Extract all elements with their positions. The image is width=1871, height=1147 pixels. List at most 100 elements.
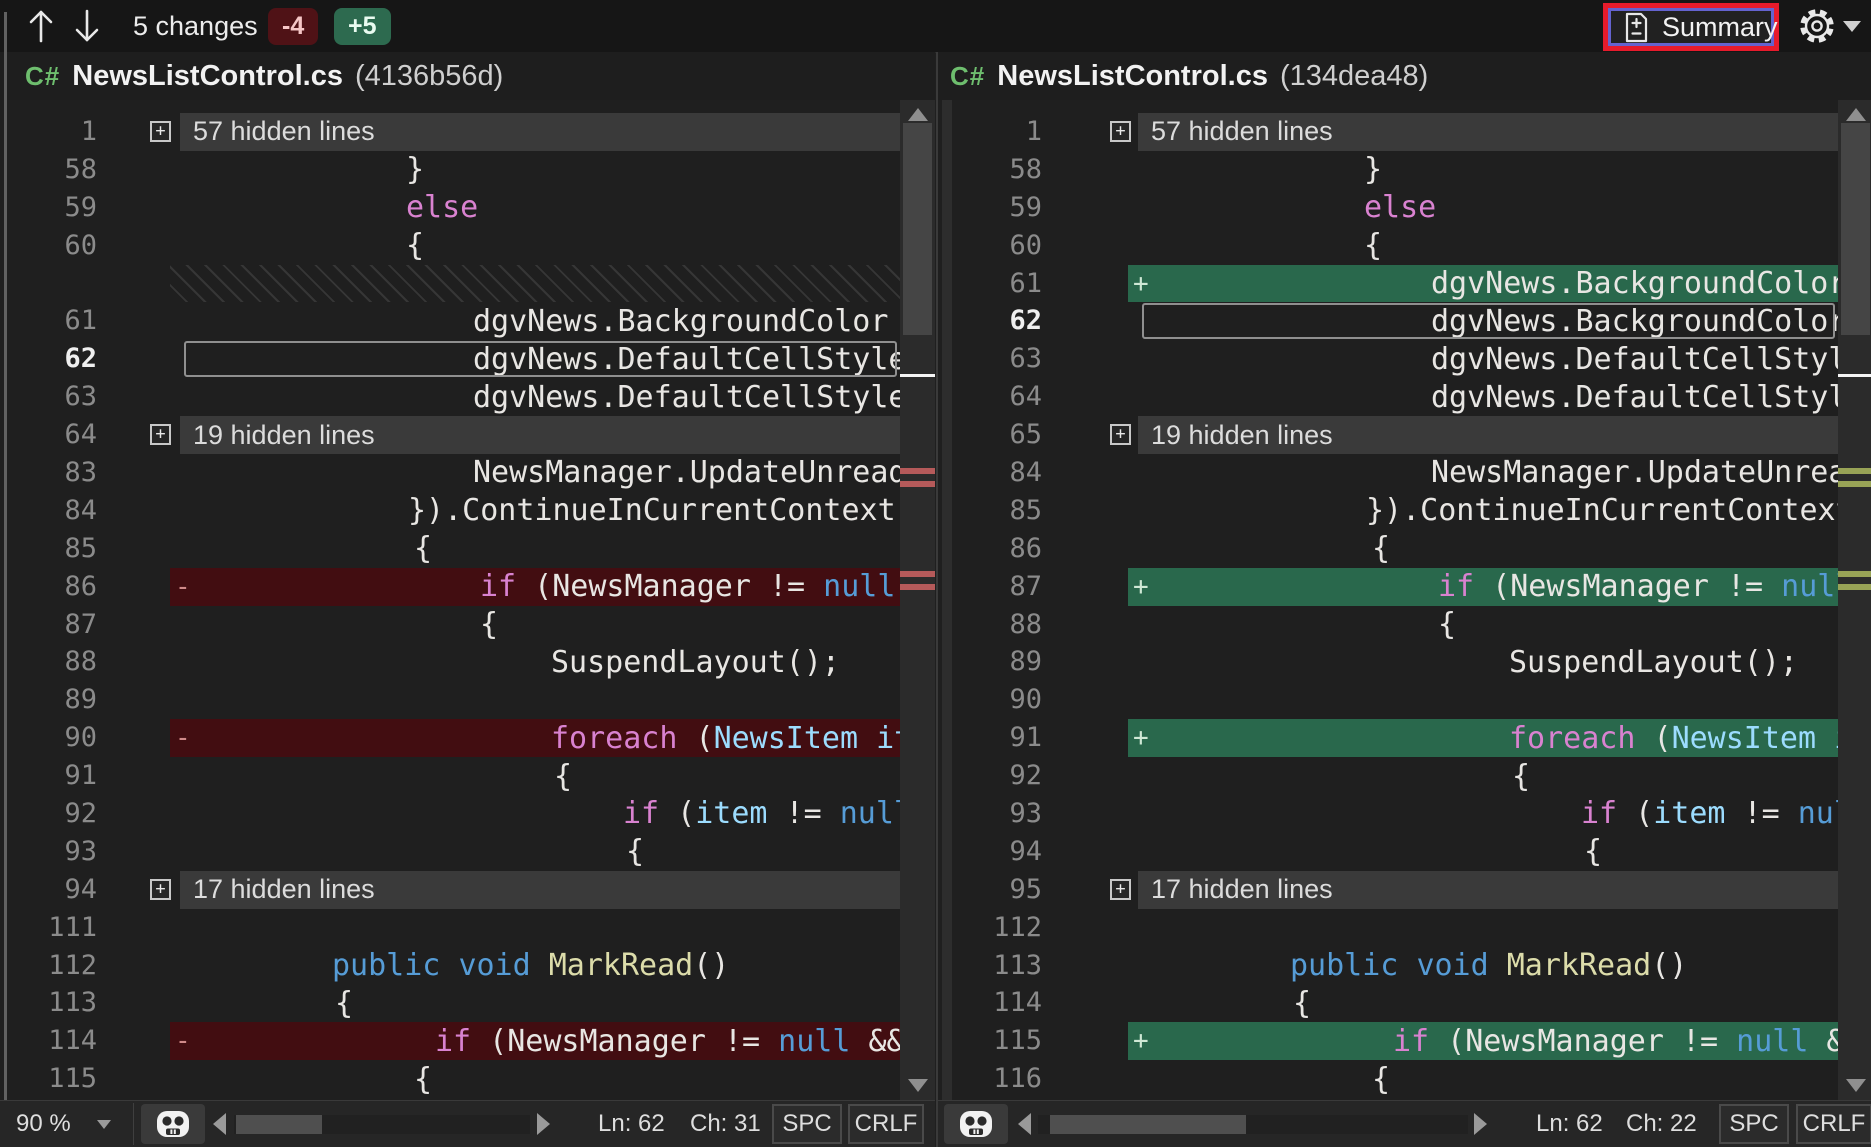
banner-row: 1+57 hidden lines	[938, 113, 1871, 151]
code-line: {	[170, 833, 900, 871]
hscroll-track[interactable]	[234, 1115, 530, 1134]
expand-button[interactable]: +	[150, 879, 171, 900]
scrollbar-up-button[interactable]	[1846, 108, 1866, 121]
gutter-icon-column	[1050, 1022, 1128, 1060]
expand-button[interactable]: +	[150, 121, 171, 142]
row-content: dgvNews.BackgroundColor	[1128, 302, 1838, 340]
right-scrollbar[interactable]	[1838, 100, 1871, 1100]
row-content: }	[1128, 151, 1838, 189]
overview-ruler-mark	[1838, 584, 1871, 590]
code-line: dgvNews.DefaultCellStyle	[170, 378, 900, 416]
row-content: }).ContinueInCurrentContext(	[170, 492, 900, 530]
line-number: 84	[0, 492, 105, 530]
gutter-icon-column	[1050, 340, 1128, 378]
left-scrollbar[interactable]	[900, 100, 935, 1100]
expand-button[interactable]: +	[150, 424, 171, 445]
hscroll-right-button[interactable]	[1474, 1113, 1487, 1135]
eol-indicator-button[interactable]: CRLF	[1796, 1104, 1871, 1144]
deletions-badge: -4	[268, 8, 318, 45]
divider	[133, 1103, 134, 1145]
row-content: 19 hidden lines	[170, 416, 900, 454]
whitespace-indicator-button[interactable]: SPC	[1719, 1104, 1789, 1144]
hscroll-left-button[interactable]	[213, 1113, 226, 1135]
line-number: 116	[938, 1060, 1050, 1098]
code-row: 59else	[0, 189, 935, 227]
hidden-lines-banner[interactable]: 57 hidden lines	[1138, 113, 1838, 151]
gutter-icon-column	[1050, 833, 1128, 871]
line-number: 59	[938, 189, 1050, 227]
code-line: else	[1128, 189, 1838, 227]
code-row: 62dgvNews.DefaultCellStyle	[0, 340, 935, 378]
line-number: 85	[938, 492, 1050, 530]
hscroll-thumb[interactable]	[236, 1115, 322, 1134]
gutter-icon-column	[105, 568, 170, 606]
zoom-level-select[interactable]: 90 %	[16, 1101, 111, 1147]
code-row: 88SuspendLayout();	[0, 643, 935, 681]
next-change-button[interactable]	[72, 0, 102, 52]
gutter-icon-column	[105, 189, 170, 227]
code-row: 116{	[938, 1060, 1871, 1098]
scrollbar-thumb[interactable]	[1841, 123, 1870, 335]
left-code-rows: 1+57 hidden lines58}59else60{61dgvNews.B…	[0, 113, 935, 1098]
line-number: 63	[0, 378, 105, 416]
gutter-icon-column	[105, 151, 170, 189]
code-row: 111	[0, 909, 935, 947]
hidden-lines-banner[interactable]: 17 hidden lines	[180, 871, 900, 909]
row-content: }).ContinueInCurrentContext(	[1128, 492, 1838, 530]
overview-ruler-mark	[1838, 468, 1871, 474]
gutter-icon-column: +	[1050, 113, 1128, 151]
row-content: else	[1128, 189, 1838, 227]
hidden-lines-banner[interactable]: 57 hidden lines	[180, 113, 900, 151]
gutter-icon-column	[105, 643, 170, 681]
row-content: else	[170, 189, 900, 227]
annotation-highlight: Summary	[1603, 3, 1779, 51]
code-row: 58}	[0, 151, 935, 189]
whitespace-indicator-button[interactable]: SPC	[772, 1104, 842, 1144]
code-line: dgvNews.BackgroundColor	[170, 302, 900, 340]
hscroll-right-button[interactable]	[537, 1113, 550, 1135]
summary-button[interactable]: Summary	[1608, 8, 1774, 46]
hidden-lines-banner[interactable]: 19 hidden lines	[1138, 416, 1838, 454]
gutter-icon-column: +	[105, 871, 170, 909]
code-row: 89SuspendLayout();	[938, 643, 1871, 681]
pane-splitter-sash[interactable]	[942, 100, 952, 1100]
eol-indicator-button[interactable]: CRLF	[848, 1104, 924, 1144]
gutter-icon-column	[1050, 530, 1128, 568]
line-number: 112	[938, 909, 1050, 947]
code-row: 90-foreach (NewsItem it	[0, 719, 935, 757]
scrollbar-down-button[interactable]	[1846, 1079, 1866, 1092]
row-content: -if (NewsManager != null && N	[170, 1022, 900, 1060]
settings-button[interactable]	[1797, 0, 1837, 52]
window-left-sash[interactable]	[4, 12, 7, 1147]
code-row: 86-if (NewsManager != null	[0, 568, 935, 606]
robot-toggle-button[interactable]	[141, 1104, 205, 1144]
row-content: {	[1128, 984, 1838, 1022]
row-content: {	[170, 530, 900, 568]
line-number: 114	[938, 984, 1050, 1022]
column-indicator: Ch: 31	[690, 1101, 761, 1147]
code-line: dgvNews.BackgroundColor	[1128, 302, 1838, 340]
left-status-bar: 90 % Ln: 62 Ch: 31 SPC CRLF	[0, 1100, 935, 1147]
code-row: 90	[938, 681, 1871, 719]
hscroll-track[interactable]	[1038, 1115, 1468, 1134]
scrollbar-down-button[interactable]	[908, 1079, 928, 1092]
line-indicator: Ln: 62	[598, 1101, 665, 1147]
robot-toggle-button[interactable]	[944, 1104, 1008, 1144]
settings-dropdown-caret[interactable]	[1843, 0, 1861, 52]
scrollbar-up-button[interactable]	[908, 108, 928, 121]
hidden-lines-banner[interactable]: 19 hidden lines	[180, 416, 900, 454]
row-content: 57 hidden lines	[170, 113, 900, 151]
summary-label: Summary	[1662, 12, 1778, 43]
line-number: 61	[938, 265, 1050, 303]
hidden-lines-banner[interactable]: 17 hidden lines	[1138, 871, 1838, 909]
prev-change-button[interactable]	[26, 0, 56, 52]
gutter-icon-column	[1050, 947, 1128, 985]
line-number: 60	[938, 227, 1050, 265]
code-row: 87{	[0, 606, 935, 644]
code-line: {	[170, 606, 900, 644]
diff-filler-hatch	[170, 265, 900, 303]
row-content: {	[170, 757, 900, 795]
hscroll-left-button[interactable]	[1018, 1113, 1031, 1135]
scrollbar-thumb[interactable]	[903, 123, 932, 335]
hscroll-thumb[interactable]	[1050, 1115, 1246, 1134]
